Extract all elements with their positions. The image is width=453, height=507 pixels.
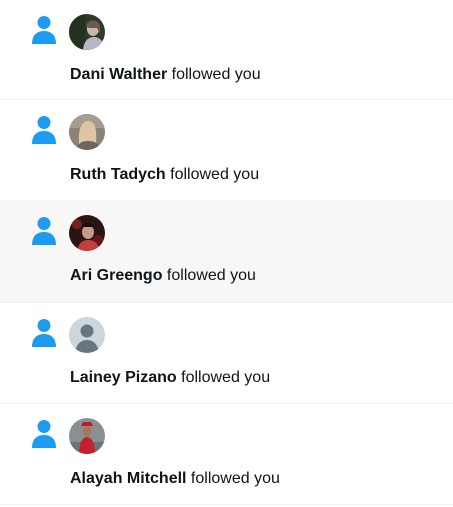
notification-action-text: followed you [162,267,256,284]
person-icon [32,319,56,347]
person-icon [32,420,56,448]
notification-item[interactable]: Dani Walther followed you [0,0,453,100]
notification-action-text: followed you [176,369,271,386]
notification-text: Ruth Tadych followed you [70,165,259,185]
user-name-link[interactable]: Alayah Mitchell [70,470,186,487]
default-avatar-icon[interactable] [69,317,105,353]
notification-action-text: followed you [165,166,260,183]
user-avatar[interactable] [69,114,105,150]
notification-item[interactable]: Ari Greengo followed you [0,201,453,303]
person-icon [32,116,56,144]
user-avatar[interactable] [69,14,105,50]
notification-text: Lainey Pizano followed you [70,368,270,388]
user-avatar[interactable] [69,418,105,454]
notification-action-text: followed you [167,66,261,83]
user-name-link[interactable]: Dani Walther [70,66,167,83]
notifications-feed: Dani Walther followed you Ruth Tadych fo… [0,0,453,505]
person-icon [32,16,56,44]
notification-text: Alayah Mitchell followed you [70,469,280,489]
notification-item[interactable]: Lainey Pizano followed you [0,303,453,404]
notification-item[interactable]: Ruth Tadych followed you [0,100,453,201]
user-name-link[interactable]: Lainey Pizano [70,369,177,386]
notification-item[interactable]: Alayah Mitchell followed you [0,404,453,505]
user-name-link[interactable]: Ari Greengo [70,267,162,284]
user-avatar[interactable] [69,215,105,251]
person-icon [32,217,56,245]
notification-text: Dani Walther followed you [70,65,261,85]
notification-action-text: followed you [186,470,280,487]
user-name-link[interactable]: Ruth Tadych [70,166,166,183]
notification-text: Ari Greengo followed you [70,266,256,286]
